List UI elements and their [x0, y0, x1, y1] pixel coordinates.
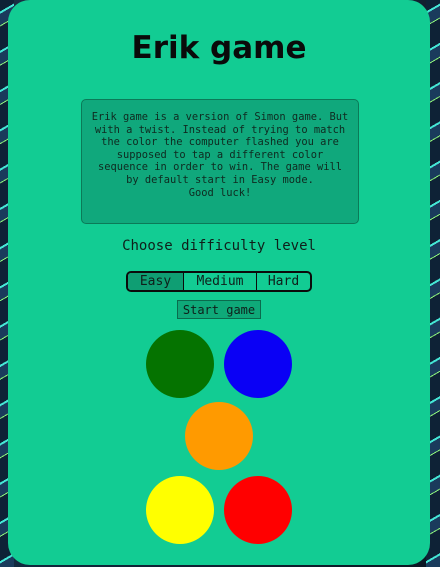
blue-pad[interactable]: [224, 330, 292, 398]
start-game-button[interactable]: Start game: [177, 300, 261, 319]
red-pad[interactable]: [224, 476, 292, 544]
difficulty-easy-button[interactable]: Easy: [128, 273, 184, 290]
game-description: Erik game is a version of Simon game. Bu…: [81, 99, 359, 224]
difficulty-prompt: Choose difficulty level: [122, 238, 316, 254]
difficulty-hard-button[interactable]: Hard: [257, 273, 310, 290]
page-title: Erik game: [131, 30, 307, 66]
green-pad[interactable]: [146, 330, 214, 398]
orange-pad[interactable]: [185, 402, 253, 470]
game-card: Erik game Erik game is a version of Simo…: [8, 0, 430, 565]
difficulty-selector: Easy Medium Hard: [126, 271, 312, 292]
difficulty-medium-button[interactable]: Medium: [184, 273, 257, 290]
yellow-pad[interactable]: [146, 476, 214, 544]
